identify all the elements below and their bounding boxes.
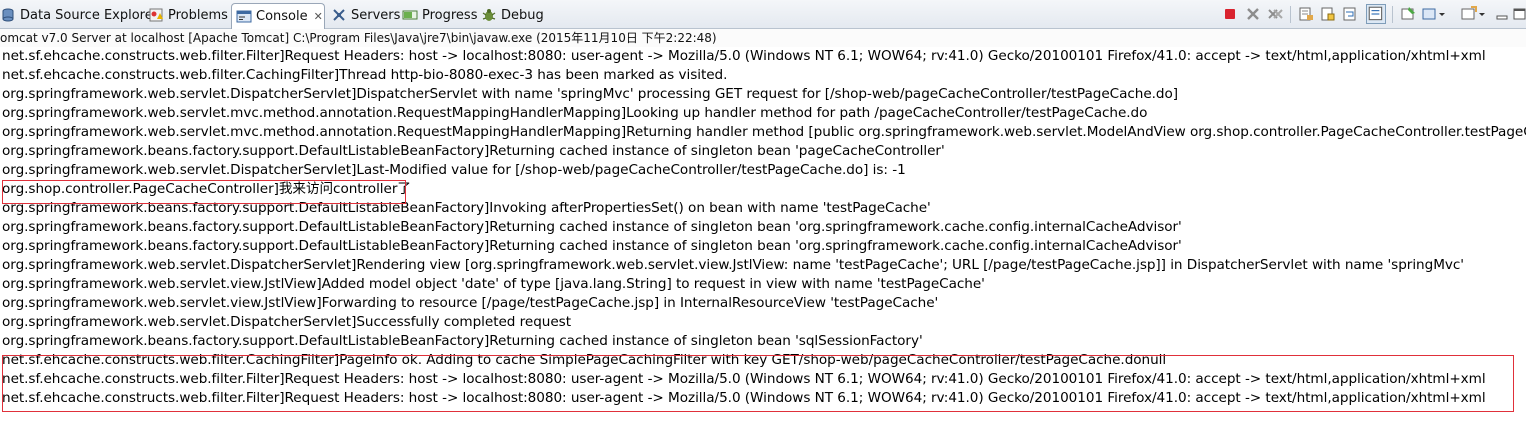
display-selected-console-icon[interactable] [1422,6,1438,22]
console-line: org.springframework.beans.factory.suppor… [2,219,1182,235]
console-line: org.springframework.web.servlet.view.Jst… [2,276,985,292]
console-line: org.springframework.web.servlet.Dispatch… [2,257,1464,273]
console-line: org.springframework.web.servlet.Dispatch… [2,86,1179,102]
tab-console[interactable]: Console ✕ [231,3,325,29]
pin-console-icon[interactable] [1400,6,1416,22]
toolbar-separator [1290,6,1291,23]
console-line: org.springframework.web.servlet.view.Jst… [2,295,939,311]
debug-icon [481,7,497,23]
problems-icon [148,7,164,23]
console-line: net.sf.ehcache.constructs.web.filter.Fil… [2,48,1486,64]
tab-data-source-explorer[interactable]: Data Source Explorer [0,3,158,27]
terminate-icon[interactable] [1222,6,1238,22]
console-line: org.springframework.beans.factory.suppor… [2,333,923,349]
chevron-down-icon[interactable] [1477,6,1487,22]
tab-problems[interactable]: Problems [148,3,228,27]
view-tab-bar: Data Source Explorer Problems Console ✕ … [0,0,1526,29]
console-icon [236,9,252,25]
console-line: net.sf.ehcache.constructs.web.filter.Cac… [2,67,728,83]
console-process-title: omcat v7.0 Server at localhost [Apache T… [0,29,1526,47]
tab-label: Servers [351,7,401,23]
console-line: org.springframework.beans.factory.suppor… [2,143,945,159]
console-line: org.springframework.beans.factory.suppor… [2,238,1182,254]
console-line: net.sf.ehcache.constructs.web.filter.Fil… [2,390,1486,406]
tab-label: Console [256,9,308,24]
data-source-icon [0,7,16,23]
tab-servers[interactable]: Servers [331,3,400,27]
maximize-icon[interactable] [1512,6,1526,22]
tab-label: Debug [501,7,544,23]
chevron-down-icon[interactable] [1437,6,1447,22]
word-wrap-icon[interactable] [1342,6,1358,22]
tab-debug[interactable]: Debug [481,3,544,27]
console-line: org.springframework.web.servlet.Dispatch… [2,162,906,178]
tab-label: Progress [422,7,478,23]
clear-console-icon[interactable] [1298,6,1314,22]
console-line: org.springframework.beans.factory.suppor… [2,200,931,216]
console-line: org.shop.controller.PageCacheController]… [2,181,411,197]
minimize-icon[interactable] [1494,6,1510,22]
tab-progress[interactable]: Progress [402,3,477,27]
tab-label: Data Source Explorer [20,7,159,23]
console-line: net.sf.ehcache.constructs.web.filter.Cac… [2,352,1167,368]
console-line: net.sf.ehcache.constructs.web.filter.Fil… [2,371,1486,387]
progress-icon [402,7,418,23]
console-line: org.springframework.web.servlet.Dispatch… [2,314,571,330]
remove-all-terminated-icon[interactable] [1267,6,1283,22]
scroll-lock-icon[interactable] [1320,6,1336,22]
servers-icon [331,7,347,23]
close-icon[interactable]: ✕ [314,10,323,23]
tab-label: Problems [168,7,228,23]
open-console-icon[interactable] [1461,6,1477,22]
remove-launch-icon[interactable] [1245,6,1261,22]
console-output[interactable]: net.sf.ehcache.constructs.web.filter.Fil… [0,47,1526,426]
console-line: org.springframework.web.servlet.mvc.meth… [2,124,1526,140]
show-console-when-output-icon[interactable] [1366,4,1386,24]
console-line: org.springframework.web.servlet.mvc.meth… [2,105,1148,121]
toolbar-separator [1392,6,1393,23]
